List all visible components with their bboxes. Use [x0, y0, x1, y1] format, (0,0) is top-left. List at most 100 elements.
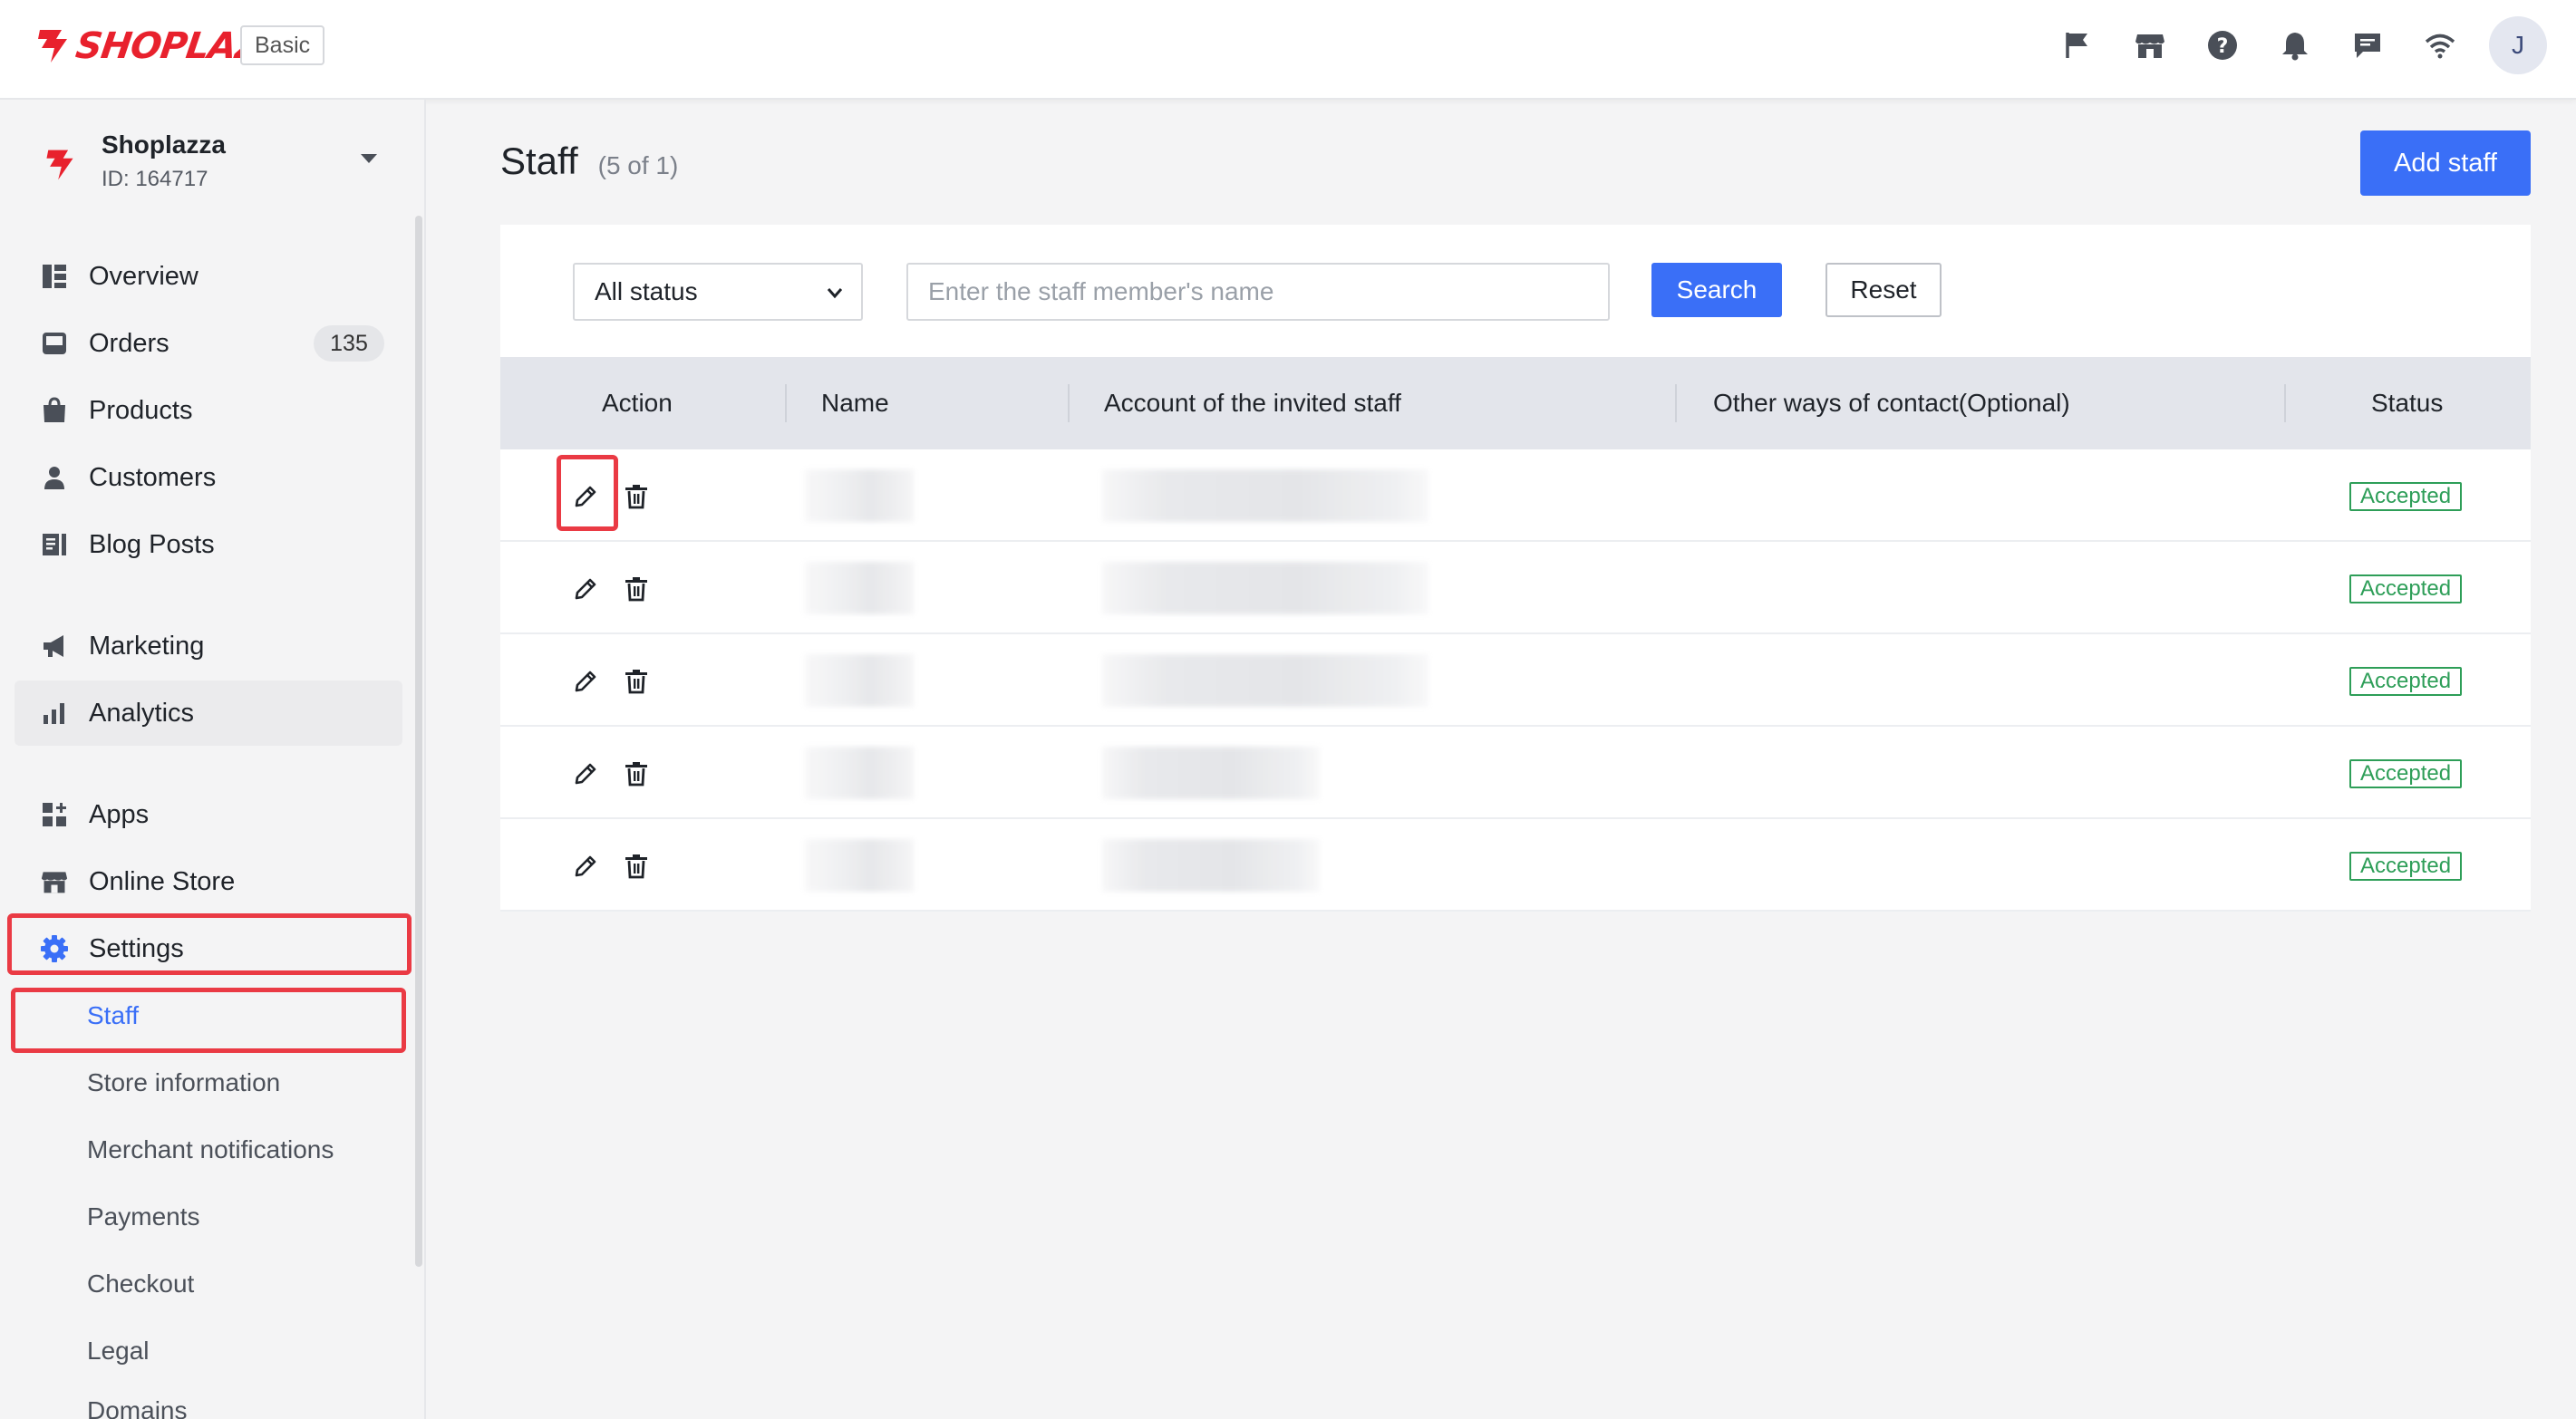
staff-name-search-input[interactable]: [906, 263, 1610, 321]
chat-icon[interactable]: [2331, 16, 2404, 74]
sidebar-item-apps[interactable]: Apps: [15, 782, 402, 847]
redacted-name: [805, 654, 914, 707]
status-filter-select[interactable]: All status: [573, 263, 863, 321]
table-row: Accepted: [500, 727, 2531, 819]
store-switcher[interactable]: Shoplazza ID: 164717: [0, 127, 408, 199]
sidebar-item-marketing[interactable]: Marketing: [15, 613, 402, 679]
sidebar-subitem-payments[interactable]: Payments: [15, 1185, 402, 1249]
sidebar-item-label: Apps: [89, 799, 150, 829]
user-avatar[interactable]: J: [2489, 16, 2547, 74]
storefront-icon[interactable]: [2114, 16, 2186, 74]
reset-button[interactable]: Reset: [1825, 263, 1942, 317]
sidebar-subitem-checkout[interactable]: Checkout: [15, 1252, 402, 1316]
staff-count: (5 of 1): [597, 151, 679, 179]
sidebar-subitem-merchant-notifications[interactable]: Merchant notifications: [15, 1118, 402, 1182]
table-row: Accepted: [500, 449, 2531, 542]
gear-icon: [36, 934, 73, 963]
sidebar-subitem-label: Legal: [87, 1337, 150, 1365]
sidebar-item-label: Blog Posts: [89, 529, 215, 559]
top-bar: SHOPLAZZA Basic ? J: [0, 0, 2576, 100]
orders-icon: [36, 330, 73, 357]
edit-icon[interactable]: [566, 477, 605, 516]
trash-icon[interactable]: [616, 569, 656, 609]
row-actions: [566, 846, 656, 886]
search-button[interactable]: Search: [1651, 263, 1782, 317]
sidebar-item-label: Marketing: [89, 631, 205, 661]
edit-icon[interactable]: [566, 754, 605, 794]
edit-icon[interactable]: [566, 569, 605, 609]
edit-icon[interactable]: [566, 846, 605, 886]
status-filter-value: All status: [595, 277, 698, 305]
customers-icon: [36, 464, 73, 491]
sidebar-item-label: Online Store: [89, 866, 236, 896]
column-divider: [2284, 384, 2286, 422]
staff-card: All status Search Reset Action Name Acco…: [500, 225, 2531, 912]
sidebar-subitem-label: Domains: [87, 1396, 188, 1419]
sidebar-subitem-label: Staff: [87, 1001, 140, 1029]
trash-icon[interactable]: [616, 661, 656, 701]
sidebar-item-online-store[interactable]: Online Store: [15, 849, 402, 914]
column-header-account: Account of the invited staff: [1104, 389, 1401, 417]
redacted-name: [805, 562, 914, 614]
overview-icon: [36, 263, 73, 290]
sidebar-item-orders[interactable]: Orders 135: [15, 311, 402, 376]
sidebar-item-label: Settings: [89, 933, 184, 963]
top-icons: ? J: [2041, 16, 2547, 74]
storefront-icon: [36, 868, 73, 895]
sidebar-item-blog-posts[interactable]: Blog Posts: [15, 512, 402, 577]
sidebar-item-products[interactable]: Products: [15, 378, 402, 443]
trash-icon[interactable]: [616, 477, 656, 516]
sidebar-item-overview[interactable]: Overview: [15, 244, 402, 309]
table-row: Accepted: [500, 634, 2531, 727]
trash-icon[interactable]: [616, 846, 656, 886]
store-name: Shoplazza: [102, 130, 226, 159]
wifi-icon[interactable]: [2404, 16, 2476, 74]
page-title: Staff (5 of 1): [500, 140, 678, 183]
sidebar-subitem-domains[interactable]: Domains: [15, 1379, 402, 1419]
sidebar-item-settings[interactable]: Settings: [15, 916, 402, 981]
trash-icon[interactable]: [616, 754, 656, 794]
row-actions: [566, 477, 656, 516]
redacted-name: [805, 839, 914, 892]
redacted-account: [1102, 469, 1428, 522]
status-badge: Accepted: [2349, 759, 2463, 788]
table-row: Accepted: [500, 819, 2531, 912]
page-title-text: Staff: [500, 140, 578, 182]
megaphone-icon: [36, 632, 73, 660]
store-id: ID: 164717: [102, 167, 208, 191]
orders-count-badge: 135: [314, 325, 384, 362]
sidebar-item-label: Products: [89, 395, 193, 425]
sidebar-subitem-label: Merchant notifications: [87, 1135, 334, 1163]
sidebar-item-label: Customers: [89, 462, 217, 492]
column-divider: [785, 384, 787, 422]
flag-icon[interactable]: [2041, 16, 2114, 74]
store-logo-icon: [46, 150, 73, 180]
apps-icon: [36, 801, 73, 828]
column-header-name: Name: [821, 389, 889, 417]
edit-icon[interactable]: [566, 661, 605, 701]
sidebar-subitem-legal[interactable]: Legal: [15, 1319, 402, 1383]
sidebar-scrollbar[interactable]: [415, 216, 422, 1267]
products-icon: [36, 397, 73, 424]
sidebar-item-analytics[interactable]: Analytics: [15, 681, 402, 746]
svg-text:?: ?: [2217, 35, 2229, 58]
row-actions: [566, 661, 656, 701]
bell-icon[interactable]: [2259, 16, 2331, 74]
sidebar-item-label: Overview: [89, 261, 199, 291]
redacted-account: [1102, 839, 1320, 892]
status-badge: Accepted: [2349, 667, 2463, 696]
sidebar-item-customers[interactable]: Customers: [15, 445, 402, 510]
add-staff-button[interactable]: Add staff: [2360, 130, 2531, 196]
sidebar: Shoplazza ID: 164717 Overview Orders 135…: [0, 100, 426, 1419]
table-header: Action Name Account of the invited staff…: [500, 357, 2531, 449]
help-icon[interactable]: ?: [2186, 16, 2259, 74]
blog-icon: [36, 531, 73, 558]
row-actions: [566, 569, 656, 609]
sidebar-subitem-label: Checkout: [87, 1269, 195, 1298]
column-divider: [1675, 384, 1677, 422]
row-actions: [566, 754, 656, 794]
redacted-account: [1102, 747, 1320, 799]
sidebar-item-label: Analytics: [89, 698, 195, 728]
sidebar-subitem-staff[interactable]: Staff: [15, 984, 402, 1047]
sidebar-subitem-store-information[interactable]: Store information: [15, 1051, 402, 1115]
